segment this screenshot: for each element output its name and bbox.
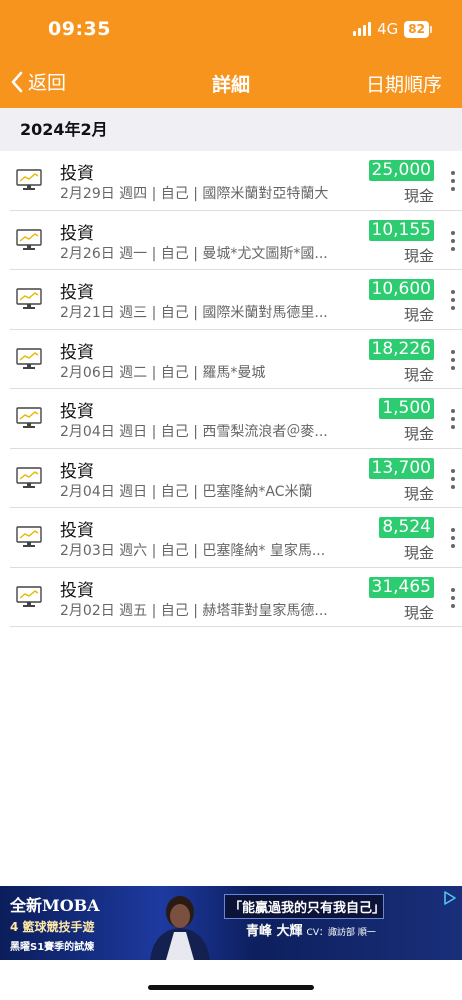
- more-vertical-icon[interactable]: [448, 290, 458, 310]
- more-vertical-icon[interactable]: [448, 349, 458, 370]
- list-item[interactable]: 投資 2月21日 週三 | 自己 | 國際米蘭對馬德里... 10,600 現金: [10, 270, 462, 330]
- ad-subtitle: 黑曜S1賽季的試煉: [10, 942, 95, 953]
- row-subtitle: 2月21日 週三 | 自己 | 國際米蘭對馬德里...: [60, 305, 328, 321]
- row-subtitle: 2月04日 週日 | 自己 | 西雪梨流浪者＠麥...: [60, 424, 328, 440]
- back-button[interactable]: 返回: [10, 68, 66, 95]
- row-title: 投資: [60, 164, 94, 184]
- more-vertical-icon[interactable]: [448, 587, 458, 608]
- row-subtitle: 2月02日 週五 | 自己 | 赫塔菲對皇家馬德...: [60, 602, 328, 619]
- amount-badge: 25,000: [368, 160, 434, 181]
- list-item[interactable]: 投資 2月04日 週日 | 自己 | 巴塞隆納*AC米蘭 13,700 現金: [10, 449, 462, 508]
- home-indicator[interactable]: [148, 985, 314, 990]
- list-item[interactable]: 投資 2月26日 週一 | 自己 | 曼城*尤文圖斯*國... 10,155 現…: [10, 211, 462, 270]
- amount-badge: 8,524: [379, 517, 434, 538]
- payment-method: 現金: [403, 425, 434, 443]
- section-header-month: 2024年2月: [0, 108, 462, 151]
- row-title: 投資: [60, 223, 94, 244]
- row-title: 投資: [60, 521, 94, 541]
- ad-character-image: [150, 896, 210, 960]
- row-title: 投資: [60, 461, 94, 482]
- battery-level: 82: [404, 20, 429, 38]
- payment-method: 現金: [403, 306, 434, 324]
- more-vertical-icon[interactable]: [448, 171, 458, 191]
- row-subtitle: 2月03日 週六 | 自己 | 巴塞隆納* 皇家馬...: [60, 543, 326, 559]
- row-title: 投資: [60, 402, 94, 422]
- row-title: 投資: [60, 580, 94, 601]
- network-type: 4G: [377, 20, 399, 38]
- monitor-chart-icon: [16, 347, 42, 369]
- amount-badge: 13,700: [368, 457, 434, 479]
- status-indicators: 4G 82: [353, 20, 432, 38]
- monitor-chart-icon: [16, 407, 42, 428]
- battery-icon: 82: [404, 20, 432, 38]
- monitor-chart-icon: [16, 526, 42, 547]
- list-item[interactable]: 投資 2月02日 週五 | 自己 | 赫塔菲對皇家馬德... 31,465 現金: [10, 568, 462, 627]
- monitor-chart-icon: [16, 169, 42, 190]
- ad-banner[interactable]: 全新MOBA 4 籃球競技手遊 黑曜S1賽季的試煉 「能贏過我的只有我自己」 青…: [0, 886, 462, 960]
- ad-text-block: 全新MOBA 4 籃球競技手遊 黑曜S1賽季的試煉: [10, 892, 100, 953]
- ad-character-name: 青峰 大輝 CV：諏訪部 順一: [246, 920, 376, 939]
- monitor-chart-icon: [16, 288, 42, 309]
- status-time: 09:35: [48, 18, 111, 40]
- row-subtitle: 2月06日 週二 | 自己 | 羅馬*曼城: [60, 364, 266, 381]
- ad-title: 全新MOBA: [10, 896, 100, 915]
- row-subtitle: 2月04日 週日 | 自己 | 巴塞隆納*AC米蘭: [60, 483, 313, 500]
- monitor-chart-icon: [16, 585, 42, 607]
- app-header: 09:35 4G 82 返回 詳細 日期順序: [0, 0, 462, 108]
- sort-order-button[interactable]: 日期順序: [366, 70, 442, 97]
- payment-method: 現金: [403, 246, 434, 265]
- ad-tagline: 4 籃球競技手遊: [10, 920, 95, 934]
- list-item[interactable]: 投資 2月04日 週日 | 自己 | 西雪梨流浪者＠麥... 1,500 現金: [10, 389, 462, 449]
- ad-cv: CV：諏訪部 順一: [306, 928, 376, 938]
- monitor-chart-icon: [16, 228, 42, 250]
- chevron-left-icon: [11, 71, 23, 92]
- amount-badge: 10,155: [368, 219, 434, 241]
- transaction-list: 投資 2月29日 週四 | 自己 | 國際米蘭對亞特蘭大 25,000 現金 投…: [0, 151, 462, 627]
- list-item[interactable]: 投資 2月29日 週四 | 自己 | 國際米蘭對亞特蘭大 25,000 現金: [10, 151, 462, 211]
- list-item[interactable]: 投資 2月03日 週六 | 自己 | 巴塞隆納* 皇家馬... 8,524 現金: [10, 508, 462, 568]
- row-subtitle: 2月26日 週一 | 自己 | 曼城*尤文圖斯*國...: [60, 245, 328, 262]
- row-subtitle: 2月29日 週四 | 自己 | 國際米蘭對亞特蘭大: [60, 186, 329, 202]
- row-title: 投資: [60, 342, 94, 363]
- ad-character-name-text: 青峰 大輝: [246, 924, 303, 939]
- amount-badge: 1,500: [379, 398, 434, 419]
- payment-method: 現金: [403, 484, 434, 503]
- back-label: 返回: [28, 72, 67, 94]
- more-vertical-icon[interactable]: [448, 528, 458, 548]
- payment-method: 現金: [403, 603, 434, 622]
- amount-badge: 10,600: [368, 279, 434, 300]
- more-vertical-icon[interactable]: [448, 230, 458, 251]
- ad-choices-icon[interactable]: [442, 890, 458, 906]
- list-item[interactable]: 投資 2月06日 週二 | 自己 | 羅馬*曼城 18,226 現金: [10, 330, 462, 389]
- amount-badge: 31,465: [368, 576, 434, 598]
- amount-badge: 18,226: [368, 338, 434, 360]
- payment-method: 現金: [403, 365, 434, 384]
- more-vertical-icon[interactable]: [448, 409, 458, 429]
- payment-method: 現金: [403, 544, 434, 562]
- payment-method: 現金: [403, 187, 434, 205]
- signal-icon: [353, 22, 372, 36]
- ad-quote: 「能贏過我的只有我自己」: [224, 894, 385, 919]
- monitor-chart-icon: [16, 466, 42, 488]
- more-vertical-icon[interactable]: [448, 468, 458, 489]
- row-title: 投資: [60, 283, 94, 303]
